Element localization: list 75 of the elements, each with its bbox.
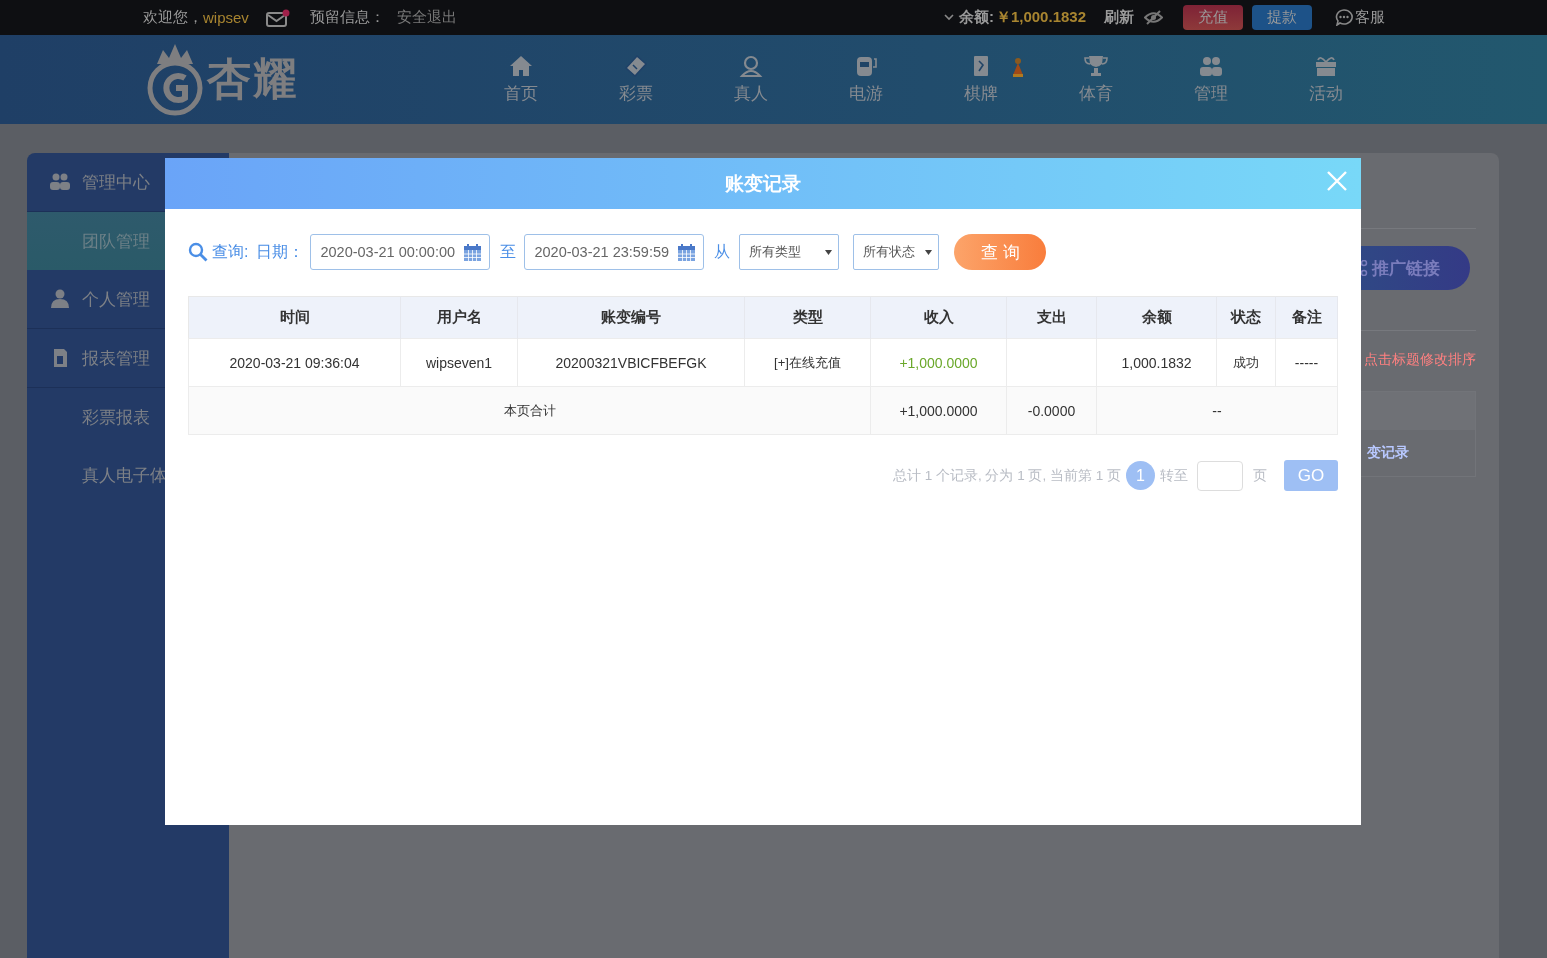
modal-title: 账变记录 bbox=[725, 171, 801, 196]
recharge-button[interactable]: 充值 bbox=[1183, 5, 1243, 30]
column-header: 类型 bbox=[744, 296, 871, 339]
to-label: 至 bbox=[500, 241, 517, 262]
from-label: 从 bbox=[714, 241, 731, 262]
table-cell: -0.0000 bbox=[1006, 386, 1097, 435]
table-cell: 2020-03-21 09:36:04 bbox=[188, 338, 401, 387]
sort-hint-text: 点击标题修改排序 bbox=[1364, 351, 1476, 369]
nav-item[interactable]: 首页 bbox=[463, 35, 578, 124]
nav-icon bbox=[623, 54, 648, 77]
nav-item[interactable]: 管理 bbox=[1153, 35, 1268, 124]
chat-icon[interactable] bbox=[1335, 9, 1353, 26]
nav-item[interactable]: 真人 bbox=[693, 35, 808, 124]
type-select[interactable]: 所有类型 bbox=[739, 234, 840, 270]
calendar-icon bbox=[678, 243, 696, 261]
nav-icon bbox=[1313, 54, 1338, 77]
customer-service-link[interactable]: 客服 bbox=[1355, 8, 1385, 27]
nav-item[interactable]: 电游 bbox=[808, 35, 923, 124]
reserved-info-label: 预留信息： bbox=[309, 8, 385, 27]
nav-icon bbox=[1198, 54, 1223, 77]
table-cell: +1,000.0000 bbox=[870, 386, 1007, 435]
end-date-field[interactable]: 2020-03-21 23:59:59 bbox=[524, 234, 705, 270]
logo-text: 杏耀 bbox=[207, 53, 299, 105]
nav-item[interactable]: 棋牌 bbox=[923, 35, 1038, 124]
table-cell: 本页合计 bbox=[188, 386, 871, 435]
start-date-field[interactable]: 2020-03-21 00:00:00 bbox=[310, 234, 491, 270]
page-number[interactable]: 1 bbox=[1126, 461, 1155, 490]
dropdown-arrow-icon bbox=[825, 249, 833, 255]
column-header: 状态 bbox=[1216, 296, 1276, 339]
page-unit-label: 页 bbox=[1253, 466, 1267, 485]
nav-icon bbox=[738, 54, 763, 77]
column-header: 账变编号 bbox=[517, 296, 745, 339]
welcome-text: 欢迎您， bbox=[143, 8, 203, 27]
nav-item[interactable]: 活动 bbox=[1268, 35, 1383, 124]
balance-amount: ￥1,000.1832 bbox=[995, 8, 1086, 27]
sidebar-icon bbox=[50, 289, 70, 309]
account-change-link[interactable]: 变记录 bbox=[1367, 444, 1409, 462]
search-button[interactable]: 查 询 bbox=[954, 234, 1047, 270]
column-header: 收入 bbox=[870, 296, 1007, 339]
status-select[interactable]: 所有状态 bbox=[853, 234, 940, 270]
balance-label: 余额: bbox=[958, 8, 994, 27]
nav-icon bbox=[508, 54, 533, 77]
table-cell: 成功 bbox=[1216, 338, 1276, 387]
eye-slash-icon[interactable] bbox=[1144, 10, 1163, 25]
go-button[interactable]: GO bbox=[1284, 460, 1338, 491]
column-header: 时间 bbox=[188, 296, 401, 339]
nav-icon bbox=[1083, 54, 1108, 77]
logout-link[interactable]: 安全退出 bbox=[396, 8, 457, 27]
nav-item[interactable]: 体育 bbox=[1038, 35, 1153, 124]
calendar-icon bbox=[464, 243, 482, 261]
table-cell: ----- bbox=[1275, 338, 1338, 387]
table-cell: wipseven1 bbox=[400, 338, 518, 387]
date-label: 日期： bbox=[256, 241, 305, 262]
table-cell: +1,000.0000 bbox=[870, 338, 1007, 387]
page-input-field[interactable] bbox=[1197, 460, 1243, 491]
dropdown-arrow-icon bbox=[925, 249, 933, 255]
nav-item[interactable]: 彩票 bbox=[578, 35, 693, 124]
search-icon bbox=[188, 242, 208, 262]
table-cell: -- bbox=[1096, 386, 1338, 435]
column-header: 用户名 bbox=[400, 296, 518, 339]
lamp-figure-icon bbox=[1010, 56, 1025, 77]
sidebar-icon bbox=[50, 172, 70, 192]
withdraw-button[interactable]: 提款 bbox=[1252, 5, 1312, 30]
column-header: 备注 bbox=[1275, 296, 1338, 339]
column-header: 余额 bbox=[1096, 296, 1217, 339]
table-cell: 1,000.1832 bbox=[1096, 338, 1217, 387]
refresh-link[interactable]: 刷新 bbox=[1104, 8, 1134, 27]
table-cell: 20200321VBICFBEFGK bbox=[517, 338, 745, 387]
username: wipsev bbox=[203, 9, 249, 26]
mail-icon[interactable] bbox=[265, 8, 290, 27]
column-header: 支出 bbox=[1006, 296, 1097, 339]
goto-label: 转至 bbox=[1160, 466, 1188, 485]
pagination-summary: 总计 1 个记录, 分为 1 页, 当前第 1 页 bbox=[892, 466, 1121, 485]
chevron-icon[interactable] bbox=[943, 14, 954, 21]
table-cell: [+]在线充值 bbox=[744, 338, 871, 387]
